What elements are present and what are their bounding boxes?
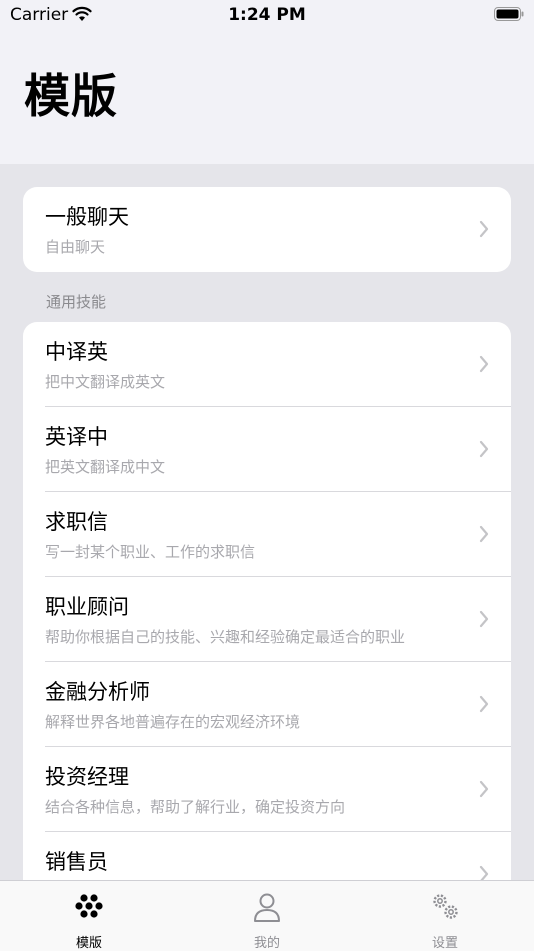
status-bar: Carrier 1:24 PM <box>0 0 534 32</box>
templates-icon <box>75 894 103 918</box>
tab-bar: 模版 我的 设置 <box>0 880 534 951</box>
page-title: 模版 <box>24 69 118 123</box>
chevron-right-icon <box>479 220 489 238</box>
tab-label: 模版 <box>75 936 102 951</box>
list-item-subtitle: 结合各种信息，帮助了解行业，确定投资方向 <box>45 798 346 816</box>
list-item-title: 职业顾问 <box>45 595 129 619</box>
list-item-subtitle: 把中文翻译成英文 <box>45 373 166 391</box>
list-item-title: 中译英 <box>45 340 108 364</box>
battery-icon <box>494 7 524 21</box>
status-time: 1:24 PM <box>228 5 306 25</box>
tab-label: 设置 <box>431 936 458 951</box>
list-item-subtitle: 解释世界各地普遍存在的宏观经济环境 <box>45 713 301 731</box>
tab-templates[interactable]: 模版 <box>0 881 178 951</box>
list-item-subtitle: 写一封某个职业、工作的求职信 <box>45 543 256 561</box>
chevron-right-icon <box>479 780 489 798</box>
chevron-right-icon <box>479 695 489 713</box>
list-item[interactable]: 金融分析师 解释世界各地普遍存在的宏观经济环境 <box>23 662 511 747</box>
section-header: 通用技能 <box>46 293 107 311</box>
tab-settings[interactable]: 设置 <box>356 881 534 951</box>
list-item-title: 一般聊天 <box>45 205 129 229</box>
chevron-right-icon <box>479 610 489 628</box>
list-item-title: 金融分析师 <box>45 680 150 704</box>
list-item-subtitle: 自由聊天 <box>45 238 106 256</box>
gears-icon <box>433 894 458 919</box>
list-item[interactable]: 销售员 <box>23 832 511 880</box>
list-item-title: 销售员 <box>45 850 108 874</box>
tab-label: 我的 <box>253 936 280 951</box>
person-icon <box>254 893 280 922</box>
general-chat-card[interactable]: 一般聊天 自由聊天 <box>23 187 511 272</box>
list-item-subtitle: 帮助你根据自己的技能、兴趣和经验确定最适合的职业 <box>45 628 406 646</box>
list-item[interactable]: 中译英 把中文翻译成英文 <box>23 322 511 407</box>
chevron-right-icon <box>479 865 489 880</box>
chevron-right-icon <box>479 440 489 458</box>
list-item[interactable]: 职业顾问 帮助你根据自己的技能、兴趣和经验确定最适合的职业 <box>23 577 511 662</box>
list-item[interactable]: 投资经理 结合各种信息，帮助了解行业，确定投资方向 <box>23 747 511 832</box>
list-item-title: 求职信 <box>45 510 108 534</box>
tab-mine[interactable]: 我的 <box>178 881 356 951</box>
list-item[interactable]: 英译中 把英文翻译成中文 <box>23 407 511 492</box>
list-item-title: 投资经理 <box>45 765 129 789</box>
list-item-general-chat[interactable]: 一般聊天 自由聊天 <box>23 187 511 272</box>
template-list[interactable]: 一般聊天 自由聊天 通用技能 中译英 把中文翻译成英文 英译中 把英文翻译成中文… <box>0 164 534 880</box>
list-item-title: 英译中 <box>45 425 108 449</box>
chevron-right-icon <box>479 525 489 543</box>
list-item-subtitle: 把英文翻译成中文 <box>45 458 166 476</box>
chevron-right-icon <box>479 355 489 373</box>
list-item[interactable]: 求职信 写一封某个职业、工作的求职信 <box>23 492 511 577</box>
skills-card: 中译英 把中文翻译成英文 英译中 把英文翻译成中文 求职信 写一封某个职业、工作… <box>23 322 511 880</box>
